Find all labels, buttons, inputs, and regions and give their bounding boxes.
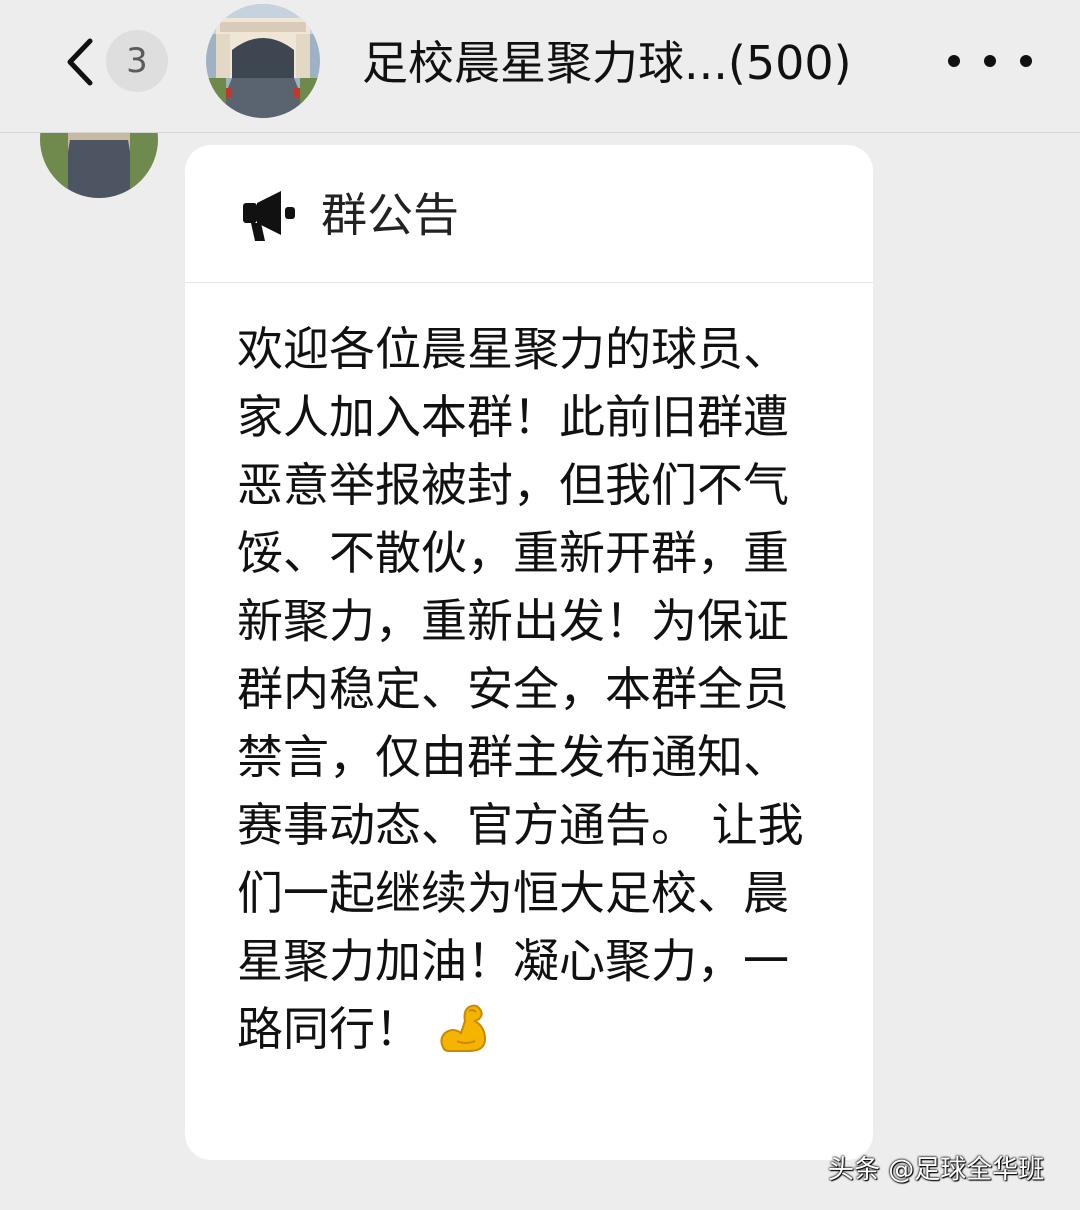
source-watermark: 头条 @足球全华班 [828,1155,1045,1185]
unread-count-badge[interactable]: 3 [106,30,168,92]
more-dot-icon [984,55,996,67]
announcement-title: 群公告 [321,188,459,242]
announcement-body: 欢迎各位晨星聚力的球员、家人加入本群！此前旧群遭恶意举报被封，但我们不气馁、不散… [237,315,827,1063]
chevron-left-icon [67,38,93,86]
group-title[interactable]: 足校晨星聚力球...(500) [362,28,922,98]
megaphone-icon [243,191,295,241]
back-button[interactable] [56,36,102,88]
announcement-text: 欢迎各位晨星聚力的球员、家人加入本群！此前旧群遭恶意举报被封，但我们不气馁、不散… [237,322,804,1056]
group-announcement-card[interactable]: 群公告 欢迎各位晨星聚力的球员、家人加入本群！此前旧群遭恶意举报被封，但我们不气… [185,145,873,1160]
group-avatar[interactable] [206,4,320,118]
flexed-biceps-emoji-icon [440,1004,487,1052]
more-dot-icon [1020,55,1032,67]
chat-screen: 3 足校晨星聚力球...(500) 群公告 欢迎各位晨星聚力的球员、家人加入本群… [0,0,1080,1210]
announcement-header: 群公告 [185,145,873,283]
more-dot-icon [948,55,960,67]
more-options-button[interactable] [948,36,1032,86]
chat-header: 3 足校晨星聚力球...(500) [0,0,1080,133]
